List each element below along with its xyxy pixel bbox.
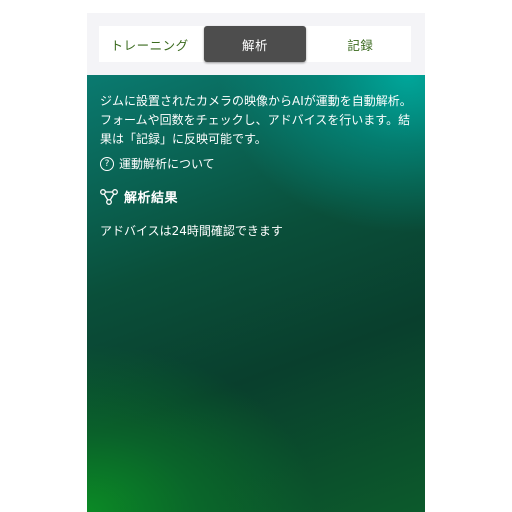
app-screen: トレーニング 解析 記録 ジムに設置されたカメラの映像からAIが運動を自動解析。… [87,13,425,512]
tab-records[interactable]: 記録 [310,26,411,62]
about-analysis-label: 運動解析について [119,157,215,171]
tab-analysis[interactable]: 解析 [204,26,306,62]
about-analysis-link[interactable]: ? 運動解析について [100,155,215,172]
nodes-graph-icon [100,188,118,205]
tab-training[interactable]: トレーニング [99,26,200,62]
question-circle-icon: ? [100,156,114,171]
tab-bar: トレーニング 解析 記録 [99,26,411,62]
intro-text: ジムに設置されたカメラの映像からAIが運動を自動解析。フォームや回数をチェックし… [100,94,412,146]
analysis-panel: ジムに設置されたカメラの映像からAIが運動を自動解析。フォームや回数をチェックし… [87,75,425,512]
results-title: 解析結果 [124,191,179,206]
advice-note: アドバイスは24時間確認できます [100,224,283,238]
results-heading: 解析結果 [100,187,178,206]
